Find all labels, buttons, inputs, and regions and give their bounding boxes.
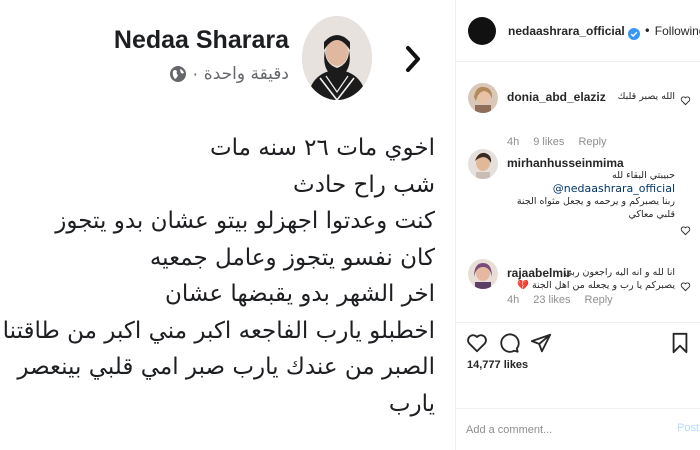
comment-text-line: حبيبتي البقاء لله <box>612 170 675 181</box>
share-icon[interactable] <box>530 332 552 354</box>
comment-mention[interactable]: @nedaashrara_official <box>525 182 675 195</box>
ig-author-avatar[interactable] <box>468 16 496 45</box>
post-text-line: اخر الشهر بدو يقبضها عشان <box>164 281 435 307</box>
post-text-line: اخوي مات ٢٦ سنه مات <box>210 135 435 161</box>
commenter-avatar[interactable] <box>468 149 498 179</box>
heart-icon[interactable] <box>680 277 691 292</box>
post-text-line: كان نفسو يتجوز وعامل جمعيه <box>149 244 435 271</box>
fb-author-avatar <box>302 16 372 100</box>
commenter-avatar[interactable] <box>468 259 498 289</box>
reply-button[interactable]: Reply <box>578 136 606 148</box>
comment-likes[interactable]: 9 likes <box>533 136 564 148</box>
comment-text-line: الله يصبر قلبك <box>617 91 675 102</box>
comment-item: rajaabelmir انا لله و انه اليه راجعون رب… <box>456 259 700 319</box>
fb-post-meta: · دقيقة واحدة <box>169 64 289 84</box>
heart-icon[interactable] <box>680 221 691 236</box>
following-button[interactable]: Following <box>655 24 700 38</box>
comment-icon[interactable] <box>498 332 520 354</box>
heart-icon[interactable] <box>466 332 488 354</box>
ig-action-bar <box>456 322 700 358</box>
comment-text-line: يصبركم يا رب و يجعله من اهل الجنة 💔 <box>517 280 675 291</box>
fb-post-text: اخوي مات ٢٦ سنه مات شب راح حادث كنت وعدت… <box>2 130 435 422</box>
comment-text: انا لله و انه اليه راجعون ربي يصبركم يا … <box>517 266 675 292</box>
header-separator: • <box>643 23 651 38</box>
ig-author-username[interactable]: nedaashrara_official <box>508 24 625 38</box>
meta-separator: · <box>192 64 198 84</box>
ig-comments-list[interactable]: donia_abd_elaziz الله يصبر قلبك 4h 9 lik… <box>456 63 700 321</box>
add-comment-bar: Post <box>456 408 700 450</box>
instagram-panel: nedaashrara_official • Following donia_a… <box>455 0 700 450</box>
comment-text-line: ربنا يصبركم و يرحمه و يجعل مثواه الجنة <box>516 196 675 207</box>
comment-text-line: قلبي معاكي <box>628 209 676 220</box>
post-text-line: شب راح حادث <box>293 171 435 198</box>
comment-username[interactable]: mirhanhusseinmima <box>507 156 624 170</box>
comment-item: mirhanhusseinmima حبيبتي البقاء لله @ned… <box>456 149 700 306</box>
heart-icon[interactable] <box>680 91 691 106</box>
post-text-line: اخطبلو يارب الفاجعه اكبر مني اكبر من طاق… <box>2 317 435 344</box>
post-comment-button[interactable]: Post <box>677 422 699 434</box>
globe-icon <box>169 65 187 83</box>
add-comment-input[interactable] <box>466 421 646 439</box>
fb-post-time[interactable]: دقيقة واحدة <box>204 64 289 84</box>
commenter-avatar[interactable] <box>468 83 498 113</box>
comment-text-line: انا لله و انه اليه راجعون ربي <box>564 267 675 278</box>
chevron-right-icon[interactable] <box>403 44 423 74</box>
comment-item: donia_abd_elaziz الله يصبر قلبك 4h 9 lik… <box>456 83 700 148</box>
comment-text: حبيبتي البقاء لله @nedaashrara_official … <box>516 169 676 221</box>
post-text-line: يارب <box>388 390 435 417</box>
likes-count[interactable]: 14,777 likes <box>467 359 528 371</box>
comment-actions: 4h 9 likes Reply <box>507 136 607 148</box>
bookmark-icon[interactable] <box>669 332 691 354</box>
comment-text: الله يصبر قلبك <box>565 90 675 103</box>
comment-time[interactable]: 4h <box>507 136 519 148</box>
post-text-line: الصبر من عندك يارب صبر امي قلبي بينعصر <box>17 354 435 380</box>
post-image: Nedaa Sharara · دقيقة واحدة اخوي مات ٢٦ … <box>0 0 455 450</box>
post-text-line: كنت وعدتوا اجهزلو بيتو عشان بدو يتجوز <box>55 208 435 234</box>
ig-post-header: nedaashrara_official • Following <box>456 0 700 62</box>
fb-post-header: Nedaa Sharara · دقيقة واحدة <box>0 0 455 120</box>
fb-author-name[interactable]: Nedaa Sharara <box>114 26 289 55</box>
verified-badge-icon <box>627 25 640 40</box>
